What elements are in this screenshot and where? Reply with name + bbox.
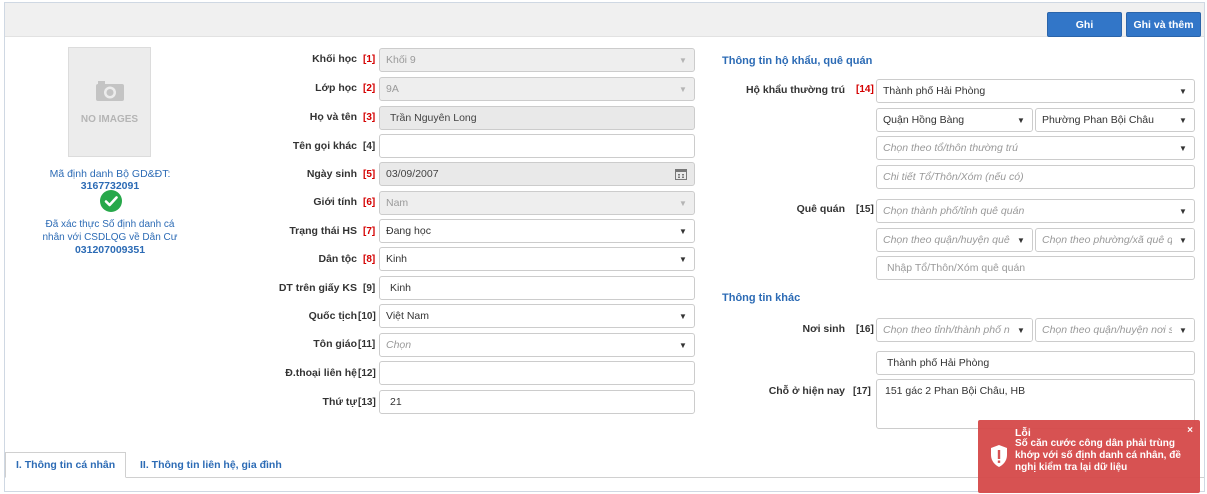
que-quan-province-select[interactable]: Chọn thành phố/tỉnh quê quán ▼ [876,199,1195,223]
lop-hoc-label: Lớp học [315,82,357,94]
save-and-add-button[interactable]: Ghi và thêm [1126,12,1201,37]
ten-goi-khac-label: Tên gọi khác [292,140,357,152]
ho-khau-province-select[interactable]: Thành phố Hải Phòng ▼ [876,79,1195,103]
trang-thai-label: Trạng thái HS [289,225,357,237]
gioi-tinh-select[interactable]: Nam ▼ [379,191,695,215]
close-icon[interactable]: × [1187,425,1193,436]
chevron-down-icon: ▼ [679,84,687,94]
chevron-down-icon: ▼ [679,55,687,65]
noi-sinh-label: Nơi sinh [802,323,845,335]
noi-sinh-text-field[interactable]: Thành phố Hải Phòng [876,351,1195,375]
verified-text: Đã xác thực Số định danh cá nhân với CSD… [42,219,178,256]
ho-ten-label: Họ và tên [309,111,357,123]
tab-personal-info[interactable]: I. Thông tin cá nhân [5,452,127,478]
chevron-down-icon: ▼ [1172,229,1194,251]
ho-ten-field[interactable]: Trần Nguyên Long [379,106,695,130]
calendar-icon[interactable] [675,168,687,180]
que-quan-label: Quê quán [796,203,845,215]
noi-sinh-district-select[interactable]: Chọn theo quận/huyện nơi sin ▼ [1035,318,1195,342]
toolbar: Ghi Ghi và thêm [5,3,1204,37]
no-images-label: NO IMAGES [80,113,139,125]
cho-o-label: Chỗ ở hiện nay [768,385,845,397]
dan-toc-select[interactable]: Kinh ▼ [379,247,695,271]
que-quan-district-select[interactable]: Chọn theo quận/huyện quê qu ▼ [876,228,1033,252]
household-section-title: Thông tin hộ khẩu, quê quán [722,55,873,67]
ho-khau-hamlet-select[interactable]: Chọn theo tổ/thôn thường trú ▼ [876,136,1195,160]
chevron-down-icon: ▼ [1179,206,1187,216]
chevron-down-icon: ▼ [679,226,687,236]
khoi-hoc-label: Khối học [312,53,357,65]
dien-thoai-label: Đ.thoại liên hệ [285,367,357,379]
chevron-down-icon: ▼ [1017,115,1025,125]
ngay-sinh-label: Ngày sinh [306,168,357,180]
ho-khau-detail-input[interactable]: Chi tiết Tổ/Thôn/Xóm (nếu có) [876,165,1195,189]
que-quan-ward-select[interactable]: Chọn theo phường/xã quê qua ▼ [1035,228,1195,252]
gioi-tinh-label: Giới tính [313,196,357,208]
chevron-down-icon: ▼ [1179,115,1187,125]
chevron-down-icon: ▼ [1179,86,1187,96]
ton-giao-label: Tôn giáo [313,338,357,350]
ngay-sinh-field[interactable]: 03/09/2007 [379,162,695,186]
moet-id: Mã định danh Bộ GD&ĐT: 3167732091 [49,168,171,192]
chevron-down-icon: ▼ [679,311,687,321]
quoc-tich-select[interactable]: Việt Nam ▼ [379,304,695,328]
camera-icon [95,80,124,101]
ho-khau-district-select[interactable]: Quận Hồng Bàng ▼ [876,108,1033,132]
toast-message: Số căn cước công dân phải trùng khớp với… [1015,438,1181,473]
tab-contact-family[interactable]: II. Thông tin liên hệ, gia đình [130,452,292,478]
dan-toc-label: Dân tộc [318,253,357,265]
chevron-down-icon: ▼ [1010,229,1032,251]
ho-khau-label: Hộ khẩu thường trú [745,84,845,96]
dt-giay-ks-label: DT trên giấy KS [278,282,357,294]
error-toast[interactable]: Lỗi Số căn cước công dân phải trùng khớp… [978,420,1200,493]
que-quan-hamlet-input[interactable]: Nhập Tổ/Thôn/Xóm quê quán [876,256,1195,280]
other-section-title: Thông tin khác [722,292,801,304]
lop-hoc-select[interactable]: 9A ▼ [379,77,695,101]
trang-thai-select[interactable]: Đang học ▼ [379,219,695,243]
chevron-down-icon: ▼ [1179,143,1187,153]
thu-tu-label: Thứ tự [322,396,357,408]
ton-giao-select[interactable]: Chọn ▼ [379,333,695,357]
save-button[interactable]: Ghi [1047,12,1122,37]
chevron-down-icon: ▼ [679,254,687,264]
thu-tu-field[interactable]: 21 [379,390,695,414]
noi-sinh-province-select[interactable]: Chọn theo tỉnh/thành phố nơi : ▼ [876,318,1033,342]
ten-goi-khac-field[interactable] [379,134,695,158]
student-photo[interactable]: NO IMAGES [68,47,151,157]
khoi-hoc-select[interactable]: Khối 9 ▼ [379,48,695,72]
shield-alert-icon [991,445,1007,467]
chevron-down-icon: ▼ [1010,319,1032,341]
check-circle-icon [100,190,122,212]
chevron-down-icon: ▼ [679,198,687,208]
chevron-down-icon: ▼ [1172,319,1194,341]
dien-thoai-field[interactable] [379,361,695,385]
dt-giay-ks-field[interactable]: Kinh [379,276,695,300]
quoc-tich-label: Quốc tịch [308,310,357,322]
ho-khau-ward-select[interactable]: Phường Phan Bội Châu ▼ [1035,108,1195,132]
chevron-down-icon: ▼ [679,340,687,350]
